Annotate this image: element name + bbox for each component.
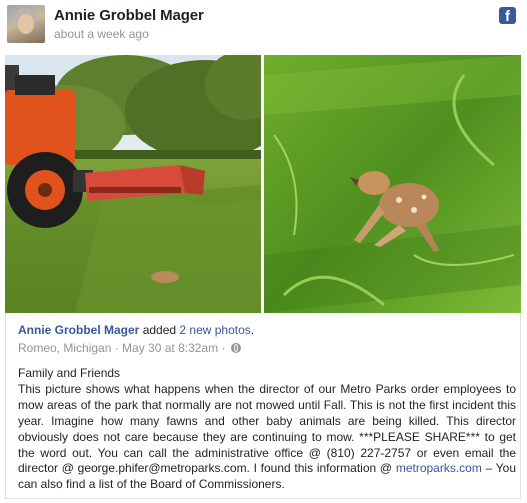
tractor-mowing-image	[5, 55, 261, 313]
metroparks-link[interactable]: metroparks.com	[396, 461, 482, 475]
post-date-link[interactable]: May 30 at 8:32am	[122, 341, 218, 355]
globe-icon[interactable]	[230, 343, 241, 353]
post-body: Family and Friends This picture shows wh…	[18, 366, 516, 493]
facebook-icon[interactable]: f	[499, 7, 516, 24]
location-link[interactable]: Romeo, Michigan	[18, 341, 111, 355]
photo-fawn-in-grass[interactable]	[264, 55, 521, 313]
author-name[interactable]: Annie Grobbel Mager	[54, 7, 204, 24]
fawn-in-grass-image	[264, 55, 521, 313]
photo-grid	[5, 55, 521, 313]
post-text: This picture shows what happens when the…	[18, 382, 516, 493]
post-header: Annie Grobbel Mager about a week ago f	[0, 0, 527, 52]
post-meta: Romeo, Michigan · May 30 at 8:32am ·	[18, 341, 241, 355]
photo-tractor-mowing[interactable]	[5, 55, 261, 313]
meta-separator-2: ·	[218, 341, 229, 355]
shared-author-link[interactable]: Annie Grobbel Mager	[18, 323, 139, 337]
shared-period: .	[250, 323, 255, 337]
avatar-face	[18, 14, 34, 34]
post-card: Annie Grobbel Mager added 2 new photos. …	[5, 313, 521, 499]
meta-separator: ·	[111, 341, 123, 355]
post-heading: Family and Friends	[18, 366, 121, 380]
shared-attribution: Annie Grobbel Mager added 2 new photos.	[18, 323, 254, 337]
post-timestamp[interactable]: about a week ago	[54, 27, 149, 41]
photos-link[interactable]: 2 new photos	[179, 323, 250, 337]
avatar[interactable]	[7, 5, 45, 43]
shared-action-text: added	[139, 323, 180, 337]
